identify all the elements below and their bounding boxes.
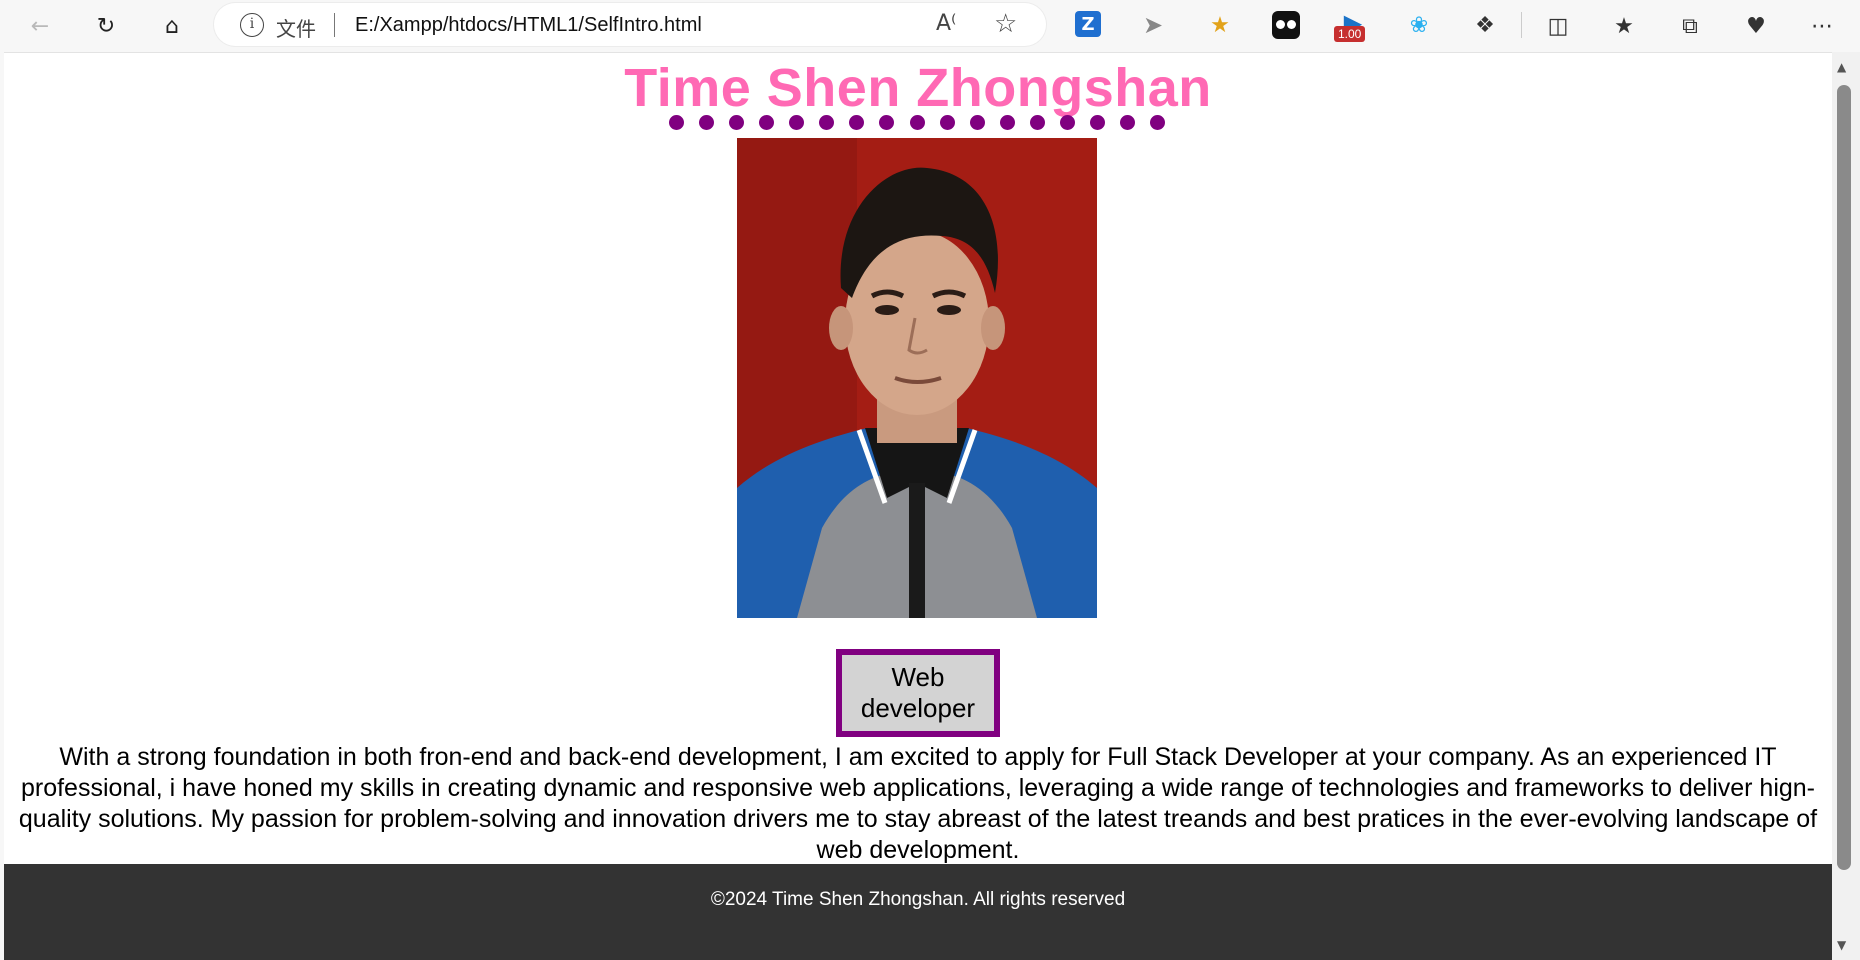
role-line-1: Web: [891, 662, 945, 692]
scroll-up-arrow-icon[interactable]: ▲: [1837, 60, 1846, 74]
intro-paragraph: With a strong foundation in both fron-en…: [18, 743, 1818, 864]
scheme-label: 文件: [276, 17, 316, 41]
url-text[interactable]: E:/Xampp/htdocs/HTML1/SelfIntro.html: [355, 14, 702, 37]
speed-badge: 1.00: [1334, 26, 1366, 42]
extensions-puzzle-icon[interactable]: ❖: [1470, 10, 1500, 40]
glasses-extension-icon[interactable]: [1272, 11, 1300, 39]
home-icon[interactable]: ⌂: [154, 8, 190, 44]
address-divider: [334, 13, 335, 37]
favorites-icon[interactable]: ★: [1608, 10, 1640, 42]
bird-extension-icon[interactable]: ❀: [1404, 10, 1434, 40]
back-icon[interactable]: ←: [22, 8, 58, 44]
info-icon[interactable]: i: [240, 13, 264, 37]
toolbar-divider: [1521, 12, 1522, 38]
fox-extension-icon[interactable]: ★: [1205, 10, 1235, 40]
refresh-icon[interactable]: ↻: [88, 8, 124, 44]
page-title: Time Shen Zhongshan: [624, 58, 1212, 118]
more-icon[interactable]: ⋯: [1806, 10, 1838, 42]
zotero-extension-icon[interactable]: Z: [1075, 11, 1101, 37]
browser-essentials-icon[interactable]: ♥: [1740, 10, 1772, 42]
address-bar[interactable]: i 文件 E:/Xampp/htdocs/HTML1/SelfIntro.htm…: [214, 3, 1046, 46]
scroll-down-arrow-icon[interactable]: ▼: [1837, 938, 1846, 952]
read-aloud-icon[interactable]: A⁽: [936, 11, 956, 36]
role-badge: Web developer: [836, 649, 1000, 737]
page-viewport: Time Shen Zhongshan Web developer With a…: [4, 52, 1832, 960]
scrollbar-thumb[interactable]: [1837, 85, 1851, 870]
arrow-extension-icon[interactable]: ➤: [1138, 10, 1168, 40]
collections-icon[interactable]: ⧉: [1674, 10, 1706, 42]
profile-photo: [737, 138, 1097, 618]
favorite-star-icon[interactable]: ☆: [994, 9, 1017, 39]
title-dotted-underline: [669, 115, 1165, 131]
browser-toolbar: ← ↻ ⌂ i 文件 E:/Xampp/htdocs/HTML1/SelfInt…: [0, 0, 1860, 52]
page-footer: ©2024 Time Shen Zhongshan. All rights re…: [4, 864, 1832, 960]
role-line-2: developer: [860, 693, 976, 723]
copyright-text: ©2024 Time Shen Zhongshan. All rights re…: [710, 889, 1126, 910]
split-screen-icon[interactable]: ◫: [1542, 10, 1574, 42]
